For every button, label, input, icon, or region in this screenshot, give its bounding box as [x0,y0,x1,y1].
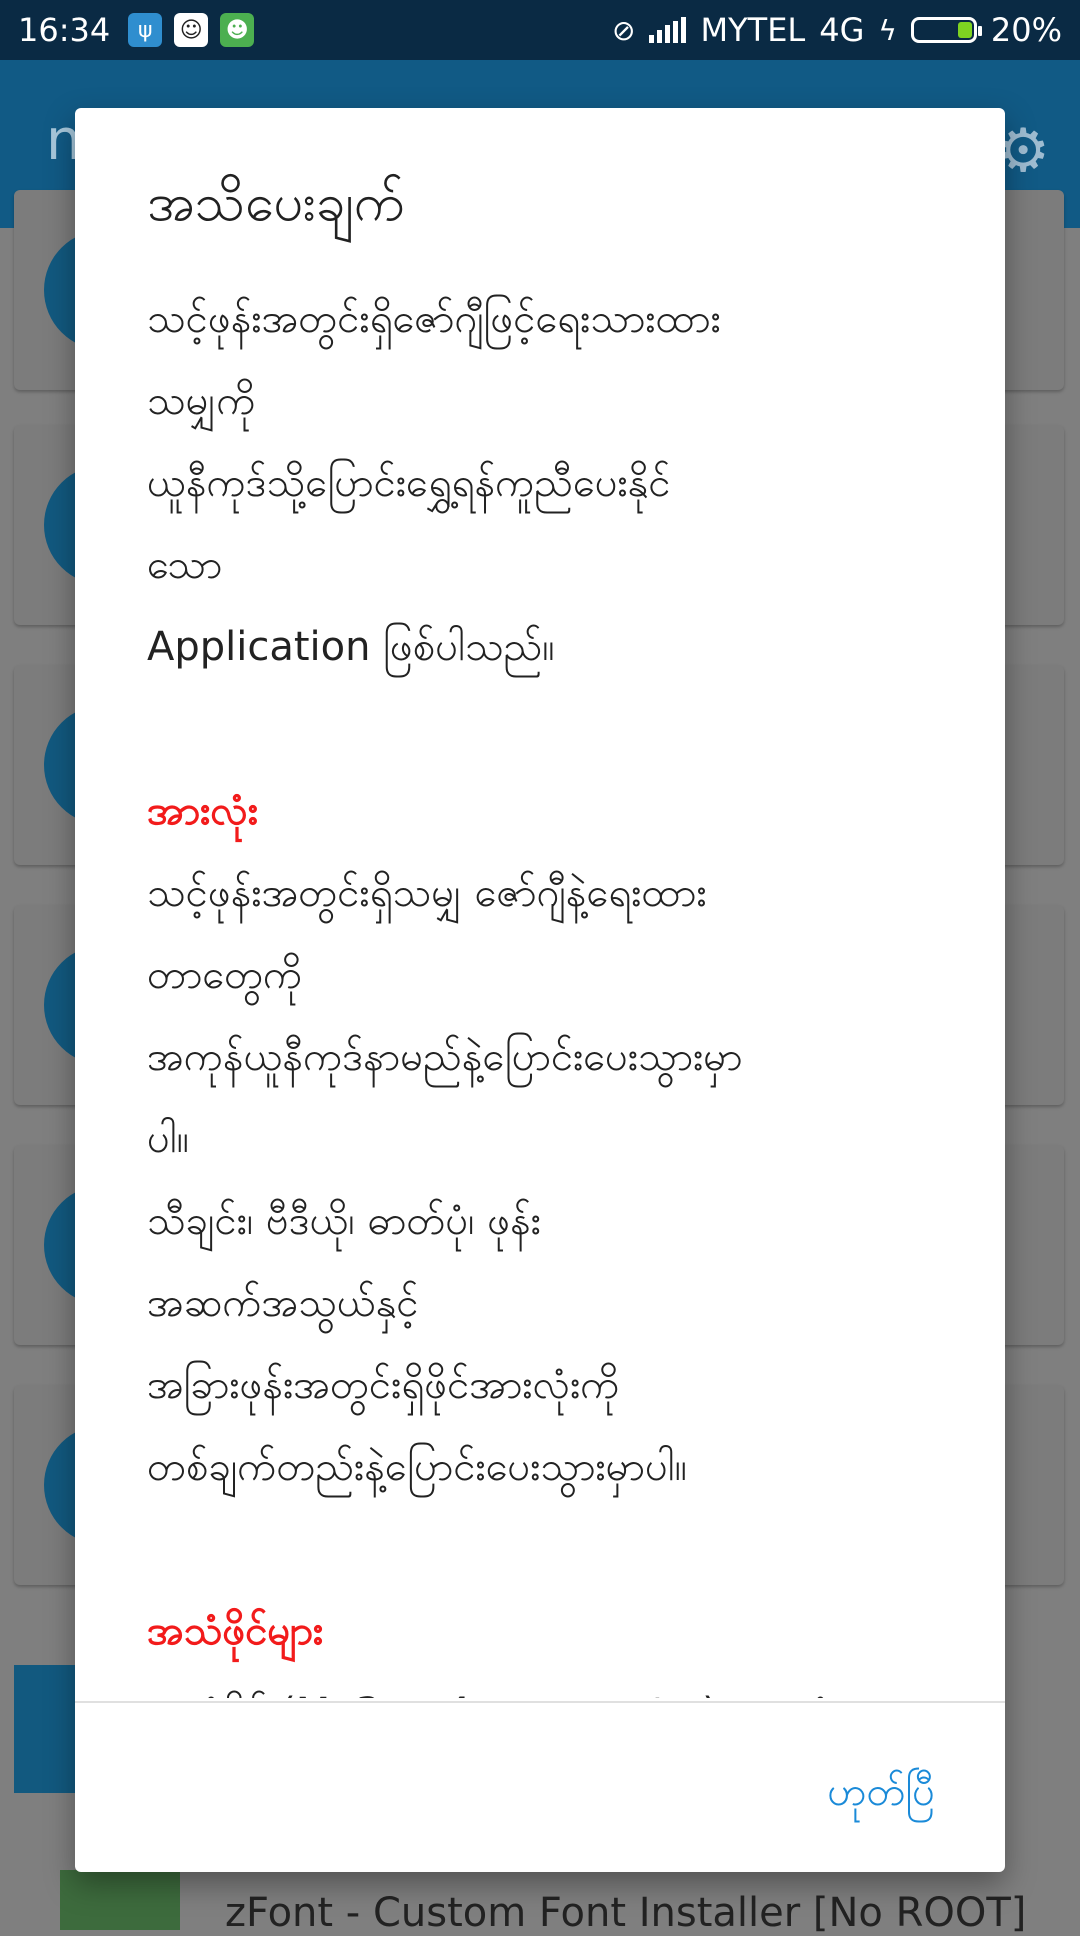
message-line: အသံဖိုင် (Mp3, m4a, wav, etc.) အားလုံး [147,1672,937,1698]
ok-button[interactable]: ဟုတ်ပြီ [827,1758,935,1833]
bottom-item-title: zFont - Custom Font Installer [No ROOT] [225,1890,1027,1936]
signal-icon [649,17,687,43]
message-line: အခြားဖုန်းအတွင်းရှိဖိုင်အားလုံးကို [147,1362,620,1408]
alert-dialog: အသိပေးချက် သင့်ဖုန်းအတွင်းရှိဇော်ဂျီဖြင့… [75,108,1005,1872]
message-line: အဆက်အသွယ်နှင့် [147,1280,419,1326]
battery-percent: 20% [990,11,1062,49]
dialog-divider [75,1701,1005,1703]
message-line: သီချင်း၊ ဗီဒီယို၊ ဓာတ်ပုံ၊ ဖုန်း [147,1198,541,1244]
android-notification-icon: ☻ [220,13,255,47]
section-heading: အားလုံး [147,788,258,834]
dialog-message[interactable]: သင့်ဖုန်းအတွင်းရှိဇော်ဂျီဖြင့်ရေးသားထား … [147,278,937,1698]
smiley-notification-icon: ☺ [174,13,209,47]
battery-icon [910,17,982,43]
network-type: 4G [819,11,865,49]
status-time: 16:34 [18,11,111,49]
usb-icon: ψ [128,13,163,47]
message-line: သင့်ဖုန်းအတွင်းရှိသမျှ ဇော်ဂျီနဲ့ရေးထား [147,870,707,916]
status-bar: 16:34 ψ ☺ ☻ ⊘ MYTEL 4G ϟ 20% [0,0,1080,60]
vibrate-off-icon: ⊘ [612,13,636,47]
section-heading: အသံဖိုင်များ [147,1608,324,1654]
dialog-title: အသိပေးချက် [147,173,405,233]
message-line: သမျှကို [147,378,256,424]
message-line: Application ဖြစ်ပါသည်။ [147,624,555,670]
carrier-name: MYTEL [700,11,806,49]
charging-icon: ϟ [878,13,897,47]
message-line: ယူနီကုဒ်သို့ပြောင်းရွှေ့ရန်ကူညီပေးနိုင် [147,460,671,506]
message-line: အကုန်ယူနီကုဒ်နာမည်နဲ့ပြောင်းပေးသွားမှာ [147,1034,743,1080]
message-line: တစ်ချက်တည်းနဲ့ပြောင်းပေးသွားမှာပါ။ [147,1444,687,1490]
message-line: တာတွေကို [147,952,303,998]
message-line: သင့်ဖုန်းအတွင်းရှိဇော်ဂျီဖြင့်ရေးသားထား [147,296,721,342]
message-line: သော [147,542,223,588]
message-line: ပါ။ [147,1116,189,1162]
zfont-app-icon [60,1870,180,1930]
